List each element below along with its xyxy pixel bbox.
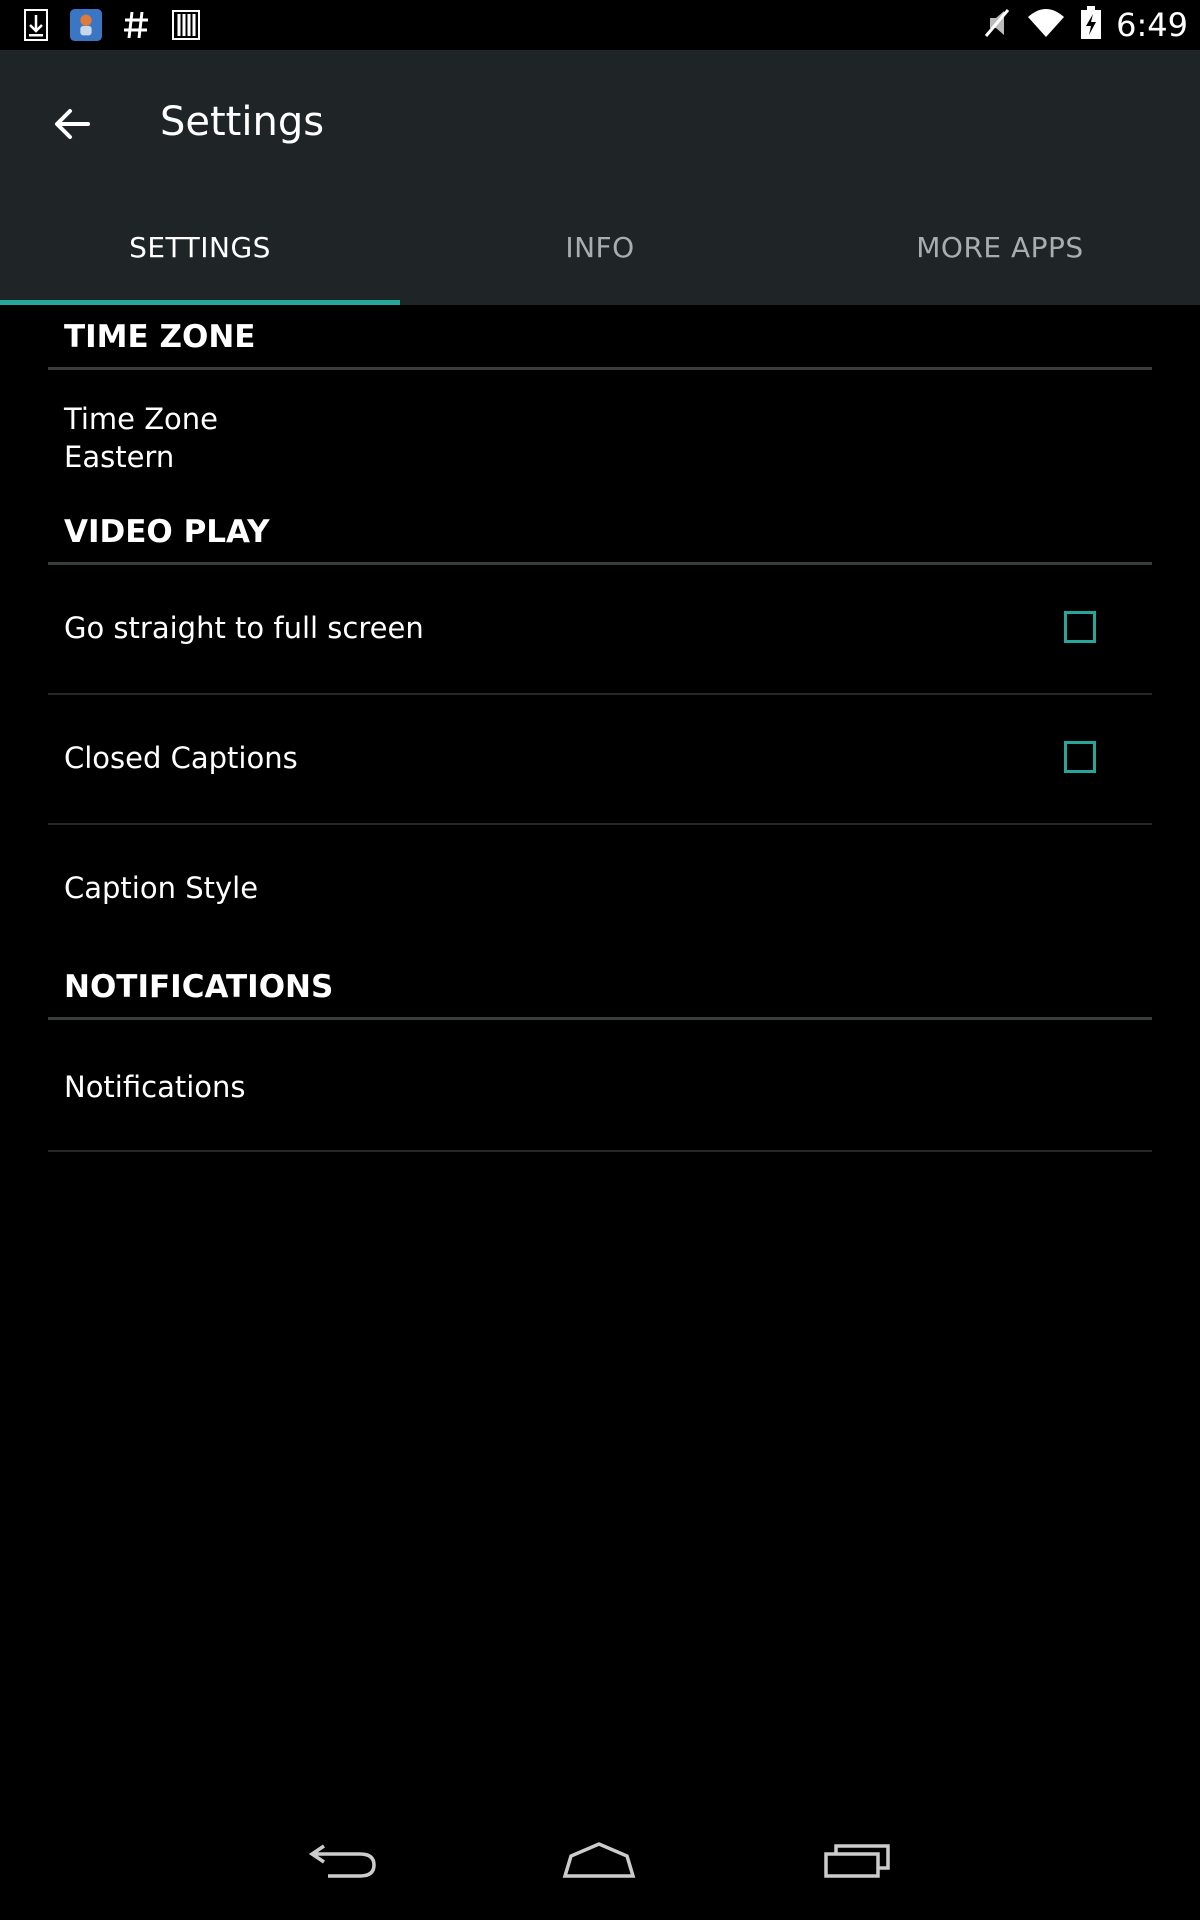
setting-value: Eastern <box>64 440 175 474</box>
section-title: VIDEO PLAY <box>64 514 270 550</box>
app-notification-icon <box>70 8 102 42</box>
back-nav-icon <box>308 1844 376 1878</box>
section-header-notifications: NOTIFICATIONS <box>48 955 1152 1020</box>
back-button[interactable] <box>36 88 108 160</box>
section-title: TIME ZONE <box>64 319 256 355</box>
status-bar: 6:49 <box>0 0 1200 50</box>
arrow-left-icon <box>55 109 90 139</box>
status-time: 6:49 <box>1116 6 1188 44</box>
tab-bar: SETTINGS INFO MORE APPS <box>0 190 1200 305</box>
status-bar-left <box>20 6 202 44</box>
notifications-setting[interactable]: Notifications <box>48 1020 1152 1152</box>
setting-title: Caption Style <box>64 871 259 905</box>
setting-title: Notifications <box>64 1070 246 1104</box>
time-zone-setting[interactable]: Time Zone Eastern <box>48 370 1152 490</box>
recents-nav-icon <box>824 1844 890 1878</box>
tab-info[interactable]: INFO <box>400 190 800 305</box>
nav-back-button[interactable] <box>288 1820 398 1900</box>
download-icon <box>20 8 52 42</box>
section-header-video-play: VIDEO PLAY <box>48 500 1152 565</box>
section-header-time-zone: TIME ZONE <box>48 305 1152 370</box>
setting-title: Time Zone <box>64 402 219 436</box>
closed-captions-checkbox[interactable] <box>1064 741 1096 773</box>
barcode-icon <box>170 8 202 42</box>
wifi-icon <box>1026 7 1066 44</box>
setting-title: Closed Captions <box>64 741 298 775</box>
battery-charging-icon <box>1080 5 1102 45</box>
page-title: Settings <box>160 99 325 145</box>
nav-recents-button[interactable] <box>802 1820 912 1900</box>
closed-captions-setting[interactable]: Closed Captions <box>48 695 1152 825</box>
section-title: NOTIFICATIONS <box>64 969 334 1005</box>
hashtag-icon <box>120 8 152 42</box>
nav-home-button[interactable] <box>544 1820 654 1900</box>
tab-more-apps[interactable]: MORE APPS <box>800 190 1200 305</box>
tab-settings[interactable]: SETTINGS <box>0 190 400 305</box>
app-bar: Settings SETTINGS INFO MORE APPS <box>0 50 1200 305</box>
setting-title: Go straight to full screen <box>64 611 424 645</box>
full-screen-setting[interactable]: Go straight to full screen <box>48 565 1152 695</box>
caption-style-setting[interactable]: Caption Style <box>48 825 1152 945</box>
status-bar-right: 6:49 <box>982 0 1188 50</box>
home-nav-icon <box>562 1842 636 1878</box>
system-nav-bar <box>0 1800 1200 1920</box>
mute-icon <box>982 6 1012 45</box>
full-screen-checkbox[interactable] <box>1064 611 1096 643</box>
